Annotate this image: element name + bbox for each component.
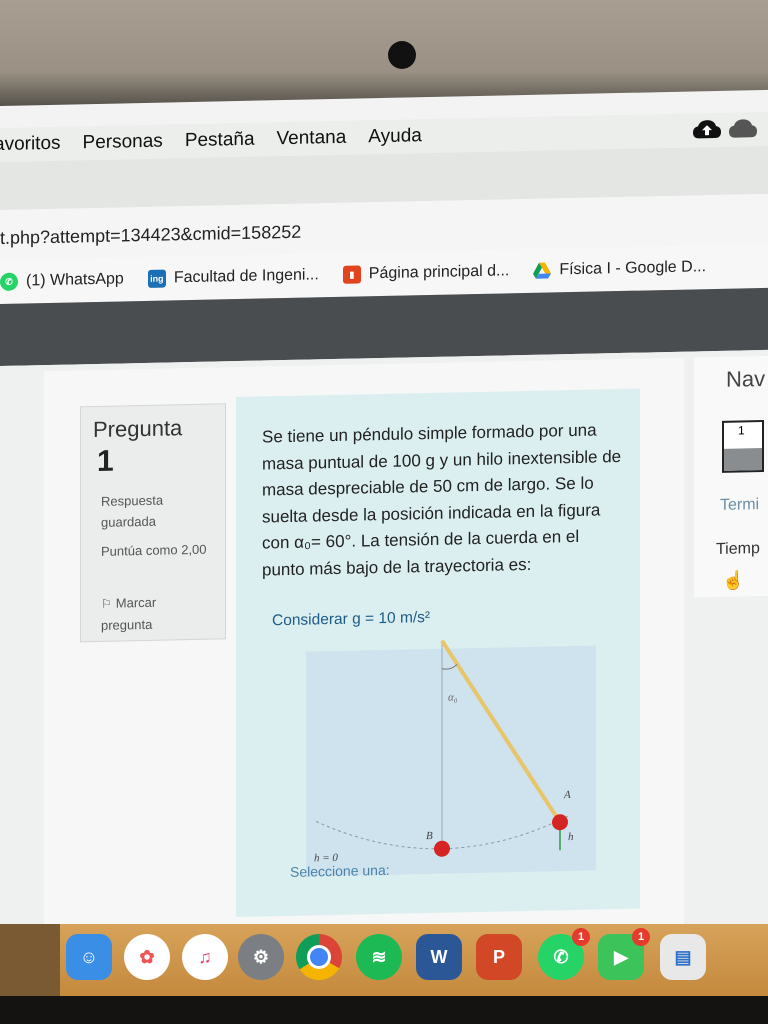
facetime-icon[interactable]: ▶ 1	[598, 928, 650, 980]
whatsapp-icon: ✆	[0, 272, 18, 291]
quiz-navigation: Nav 1 Termi Tiemp ☝	[694, 355, 768, 598]
hand-cursor-icon: ☝	[722, 570, 745, 591]
office-icon: ▮	[342, 265, 361, 284]
flag-question-link[interactable]: ⚐ Marcar pregunta	[101, 591, 211, 636]
bookmark-office[interactable]: ▮ Página principal d...	[342, 262, 510, 284]
ing-icon: ing	[147, 269, 166, 288]
question-grade: Puntúa como 2,00	[101, 541, 207, 559]
question-state: Respuesta guardada	[101, 492, 164, 530]
finder-icon[interactable]: ☺	[66, 934, 112, 980]
nav-number: 1	[738, 423, 745, 438]
point-b-label: B	[426, 830, 433, 842]
cloud-icon[interactable]	[728, 117, 758, 140]
height-label: h	[568, 831, 574, 843]
preview-icon[interactable]: ▤	[660, 934, 706, 980]
google-drive-icon	[533, 262, 552, 279]
menu-personas[interactable]: Personas	[83, 131, 163, 155]
bookmark-label: Física I - Google D...	[559, 258, 707, 279]
whatsapp-badge: 1	[572, 928, 590, 946]
question-info: Pregunta 1 Respuesta guardada Puntúa com…	[80, 403, 226, 643]
time-remaining: Tiemp	[716, 540, 760, 559]
bookmark-label: Página principal d...	[368, 262, 510, 283]
menu-favoritos[interactable]: avoritos	[0, 133, 61, 156]
url-text[interactable]: t.php?attempt=134423&cmid=158252	[0, 222, 301, 249]
spotify-icon[interactable]: ≋	[356, 934, 402, 980]
bookmark-label: (1) WhatsApp	[26, 270, 124, 290]
photos-icon[interactable]: ✿	[124, 934, 170, 980]
menu-ventana[interactable]: Ventana	[277, 127, 347, 150]
question-note: Considerar g = 10 m/s²	[272, 608, 431, 630]
question-number: 1	[97, 444, 114, 478]
nav-title: Nav	[726, 365, 766, 392]
screen: avoritos Personas Pestaña Ventana Ayuda …	[0, 89, 768, 986]
menu-pestana[interactable]: Pestaña	[185, 129, 255, 152]
question-box: Se tiene un péndulo simple formado por u…	[236, 388, 640, 918]
chrome-icon[interactable]	[296, 934, 342, 980]
dock-edge	[0, 924, 60, 996]
system-preferences-icon[interactable]: ⚙	[238, 934, 284, 980]
nav-question-1[interactable]: 1	[722, 419, 764, 473]
camera-icon	[388, 41, 416, 69]
bookmark-facultad[interactable]: ing Facultad de Ingeni...	[147, 266, 319, 288]
pendulum-diagram: α₀ A B h h = 0	[306, 639, 596, 877]
answered-indicator	[724, 448, 762, 471]
music-icon[interactable]: ♫	[182, 934, 228, 980]
powerpoint-icon[interactable]: P	[476, 934, 522, 980]
quiz-page: Pregunta 1 Respuesta guardada Puntúa com…	[0, 349, 768, 986]
bookmark-whatsapp[interactable]: ✆ (1) WhatsApp	[0, 270, 124, 291]
bookmark-label: Facultad de Ingeni...	[173, 266, 319, 287]
cloud-upload-icon[interactable]	[692, 118, 722, 141]
flag-icon: ⚐	[101, 596, 112, 611]
facetime-badge: 1	[632, 928, 650, 946]
laptop-bottom-bezel	[0, 996, 768, 1024]
select-prompt: Seleccione una:	[290, 861, 390, 880]
bookmark-drive[interactable]: Física I - Google D...	[533, 258, 706, 280]
point-a-label: A	[563, 789, 571, 801]
whatsapp-dock-icon[interactable]: ✆ 1	[538, 928, 590, 980]
question-text: Se tiene un péndulo simple formado por u…	[262, 420, 622, 580]
question-label: Pregunta	[93, 415, 183, 443]
word-icon[interactable]: W	[416, 934, 462, 980]
mac-dock: ☺ ✿ ♫ ⚙ ≋ W P ✆ 1 ▶ 1 ▤	[0, 924, 768, 996]
menu-ayuda[interactable]: Ayuda	[368, 125, 422, 148]
angle-label: α₀	[448, 691, 458, 703]
finish-attempt-link[interactable]: Termi	[720, 496, 759, 515]
